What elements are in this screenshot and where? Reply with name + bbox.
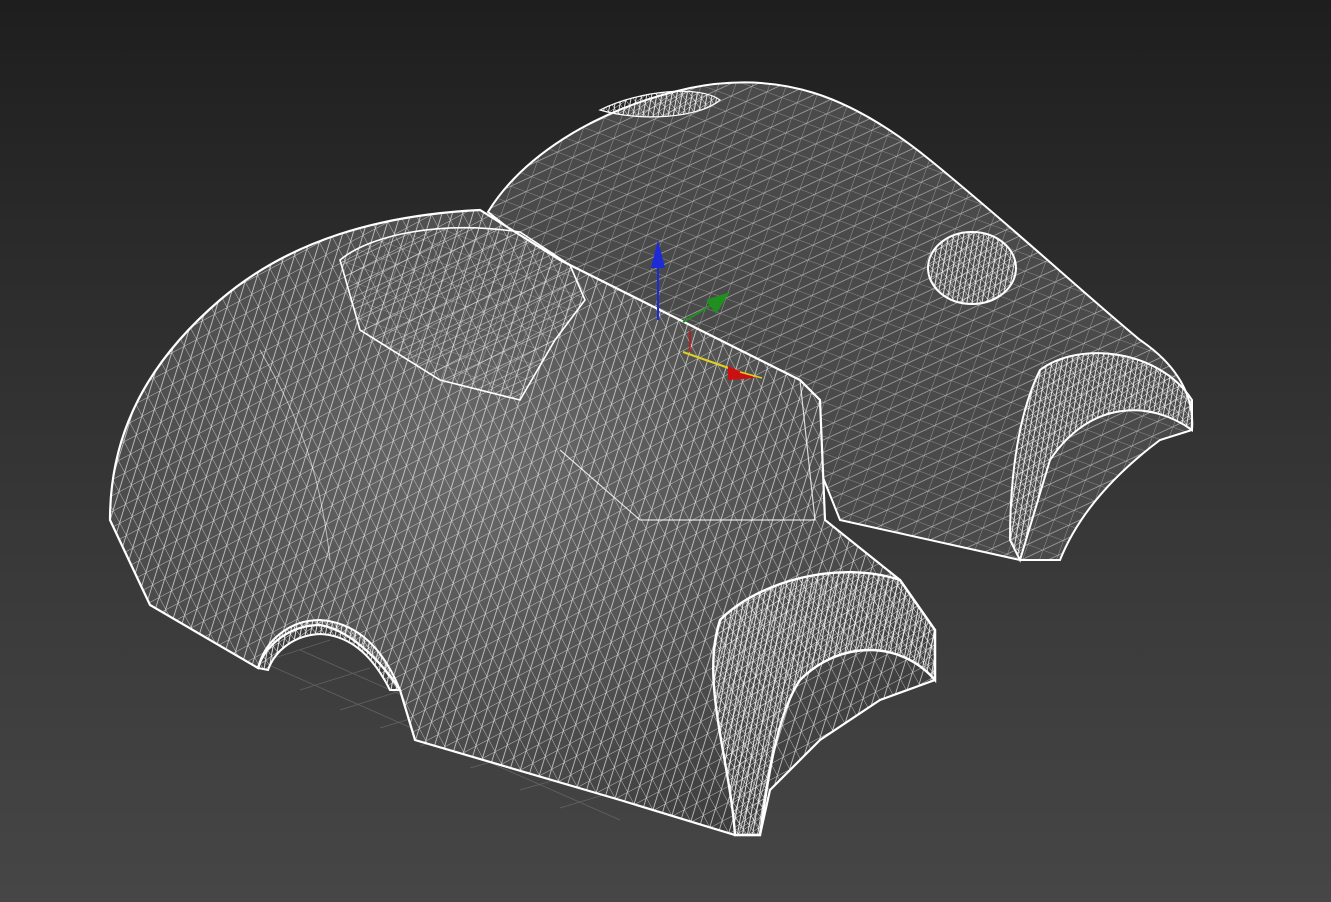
back-round-port — [927, 231, 1017, 305]
viewport-canvas[interactable] — [0, 0, 1331, 902]
3d-viewport[interactable] — [0, 0, 1331, 902]
